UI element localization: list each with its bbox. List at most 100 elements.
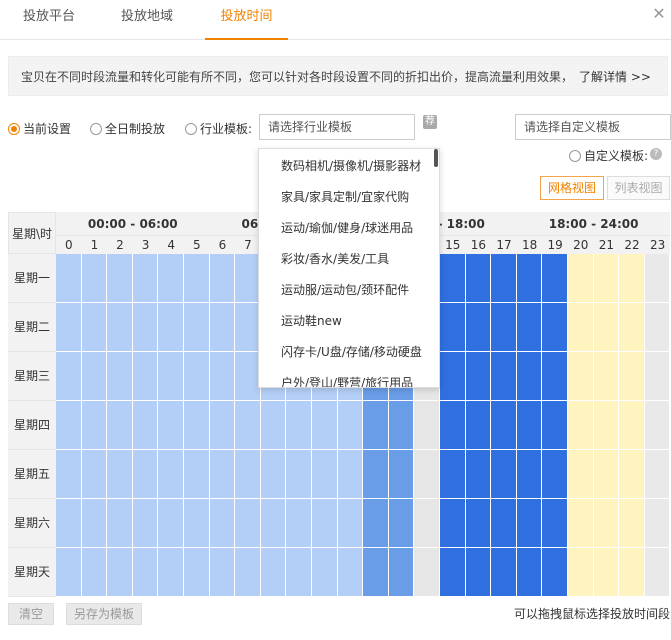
schedule-cell[interactable] [593, 352, 620, 401]
schedule-cell[interactable] [568, 303, 594, 352]
schedule-cell[interactable] [491, 548, 517, 597]
schedule-cell[interactable] [414, 499, 440, 548]
schedule-cell[interactable] [388, 499, 415, 548]
schedule-cell[interactable] [388, 401, 415, 450]
schedule-cell[interactable] [81, 499, 108, 548]
schedule-cell[interactable] [542, 450, 568, 499]
schedule-cell[interactable] [465, 548, 492, 597]
schedule-cell[interactable] [107, 401, 133, 450]
schedule-cell[interactable] [56, 352, 82, 401]
schedule-cell[interactable] [491, 303, 517, 352]
schedule-cell[interactable] [107, 303, 133, 352]
schedule-cell[interactable] [184, 352, 210, 401]
schedule-cell[interactable] [542, 303, 568, 352]
close-icon[interactable]: ✕ [651, 6, 667, 22]
schedule-cell[interactable] [132, 352, 159, 401]
schedule-cell[interactable] [644, 548, 671, 597]
dropdown-option[interactable]: 闪存卡/U盘/存储/移动硬盘 [259, 337, 431, 368]
schedule-cell[interactable] [593, 401, 620, 450]
schedule-cell[interactable] [56, 254, 82, 303]
schedule-cell[interactable] [542, 401, 568, 450]
schedule-cell[interactable] [516, 499, 543, 548]
schedule-cell[interactable] [388, 548, 415, 597]
schedule-cell[interactable] [440, 548, 466, 597]
dropdown-option[interactable]: 运动服/运动包/颈环配件 [259, 275, 431, 306]
list-view-button[interactable]: 列表视图 [607, 176, 670, 200]
schedule-cell[interactable] [158, 352, 184, 401]
schedule-cell[interactable] [81, 352, 108, 401]
schedule-cell[interactable] [619, 303, 645, 352]
schedule-cell[interactable] [542, 548, 568, 597]
schedule-cell[interactable] [568, 450, 594, 499]
schedule-cell[interactable] [491, 401, 517, 450]
schedule-cell[interactable] [235, 450, 261, 499]
schedule-cell[interactable] [414, 450, 440, 499]
dropdown-option[interactable]: 运动鞋new [259, 306, 431, 337]
tab-platform[interactable]: 投放平台 [8, 0, 90, 40]
schedule-cell[interactable] [516, 450, 543, 499]
radio-industry-template[interactable]: 行业模板: [185, 120, 252, 137]
schedule-cell[interactable] [465, 499, 492, 548]
schedule-cell[interactable] [158, 548, 184, 597]
schedule-cell[interactable] [465, 352, 492, 401]
schedule-cell[interactable] [56, 303, 82, 352]
schedule-cell[interactable] [414, 401, 440, 450]
industry-template-select[interactable]: 请选择行业模板 [259, 114, 415, 140]
schedule-cell[interactable] [542, 352, 568, 401]
schedule-cell[interactable] [440, 450, 466, 499]
schedule-cell[interactable] [132, 401, 159, 450]
schedule-cell[interactable] [440, 352, 466, 401]
dropdown-option[interactable]: 数码相机/摄像机/摄影器材 [259, 151, 431, 182]
schedule-cell[interactable] [132, 254, 159, 303]
dropdown-option[interactable]: 运动/瑜伽/健身/球迷用品 [259, 213, 431, 244]
schedule-cell[interactable] [209, 401, 236, 450]
schedule-cell[interactable] [644, 401, 671, 450]
schedule-cell[interactable] [619, 352, 645, 401]
schedule-cell[interactable] [593, 450, 620, 499]
schedule-cell[interactable] [209, 499, 236, 548]
schedule-cell[interactable] [312, 499, 338, 548]
schedule-cell[interactable] [107, 254, 133, 303]
schedule-cell[interactable] [184, 303, 210, 352]
schedule-cell[interactable] [491, 450, 517, 499]
schedule-cell[interactable] [312, 548, 338, 597]
schedule-cell[interactable] [363, 450, 389, 499]
dropdown-scrollbar[interactable] [434, 149, 438, 167]
grid-view-button[interactable]: 网格视图 [540, 176, 604, 200]
industry-template-dropdown[interactable]: 数码相机/摄像机/摄影器材 家具/家具定制/宜家代购 运动/瑜伽/健身/球迷用品 彩妆… [258, 148, 440, 388]
schedule-cell[interactable] [465, 401, 492, 450]
recommend-badge[interactable]: 荐 [423, 115, 437, 129]
schedule-cell[interactable] [184, 254, 210, 303]
schedule-cell[interactable] [81, 303, 108, 352]
schedule-cell[interactable] [593, 303, 620, 352]
schedule-cell[interactable] [337, 450, 364, 499]
schedule-cell[interactable] [158, 450, 184, 499]
schedule-cell[interactable] [644, 303, 671, 352]
schedule-cell[interactable] [516, 401, 543, 450]
schedule-cell[interactable] [363, 548, 389, 597]
schedule-cell[interactable] [568, 548, 594, 597]
radio-current-setting[interactable]: 当前设置 [8, 120, 71, 137]
schedule-cell[interactable] [414, 548, 440, 597]
dropdown-option[interactable]: 家具/家具定制/宜家代购 [259, 182, 431, 213]
radio-custom-template[interactable]: 自定义模板: [569, 147, 648, 164]
schedule-cell[interactable] [568, 499, 594, 548]
schedule-cell[interactable] [619, 450, 645, 499]
schedule-cell[interactable] [619, 254, 645, 303]
schedule-cell[interactable] [286, 450, 312, 499]
schedule-cell[interactable] [209, 450, 236, 499]
schedule-cell[interactable] [363, 499, 389, 548]
schedule-cell[interactable] [619, 499, 645, 548]
schedule-cell[interactable] [619, 401, 645, 450]
schedule-cell[interactable] [593, 548, 620, 597]
schedule-cell[interactable] [593, 499, 620, 548]
schedule-cell[interactable] [184, 401, 210, 450]
schedule-cell[interactable] [619, 548, 645, 597]
schedule-cell[interactable] [235, 499, 261, 548]
schedule-cell[interactable] [260, 450, 287, 499]
schedule-cell[interactable] [568, 254, 594, 303]
schedule-cell[interactable] [312, 450, 338, 499]
schedule-cell[interactable] [56, 499, 82, 548]
schedule-cell[interactable] [81, 401, 108, 450]
schedule-cell[interactable] [158, 254, 184, 303]
